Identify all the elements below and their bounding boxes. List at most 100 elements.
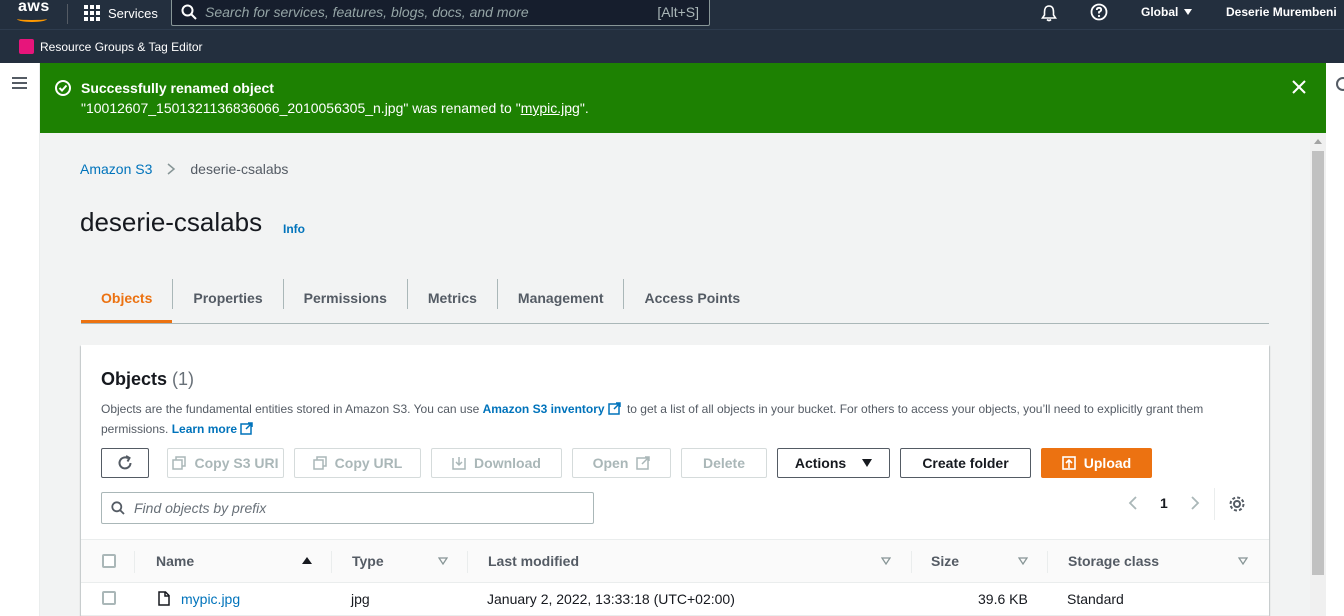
tab-properties[interactable]: Properties (173, 278, 282, 323)
create-folder-label: Create folder (922, 455, 1009, 471)
scroll-up-icon[interactable] (1314, 139, 1322, 144)
flash-title: Successfully renamed object (81, 80, 274, 96)
flash-object-link[interactable]: mypic.jpg (521, 100, 580, 116)
chevron-right-icon[interactable] (1189, 496, 1201, 510)
row-checkbox[interactable] (102, 591, 116, 605)
info-panel-icon[interactable] (1336, 77, 1344, 91)
breadcrumb-amazon-s3[interactable]: Amazon S3 (80, 161, 152, 177)
objects-count: (1) (172, 369, 195, 389)
column-divider (1047, 551, 1048, 573)
objects-panel: Objects (1) Objects are the fundamental … (81, 345, 1269, 616)
sort-ascending-icon[interactable] (302, 557, 312, 564)
objects-heading: Objects (1) (101, 369, 194, 390)
flash-message-suffix: ". (579, 100, 589, 116)
actions-dropdown[interactable]: Actions (777, 448, 890, 478)
external-link-icon (240, 422, 253, 435)
object-size: 39.6 KB (978, 591, 1028, 607)
sort-icon[interactable] (438, 557, 448, 565)
object-type: jpg (351, 591, 370, 607)
page-number[interactable]: 1 (1160, 495, 1168, 511)
open-label: Open (592, 455, 629, 471)
region-selector[interactable]: Global (1141, 5, 1193, 19)
aws-logo-smile (17, 16, 47, 22)
column-size[interactable]: Size (931, 553, 959, 569)
nav-divider (67, 4, 68, 24)
resource-groups-link[interactable]: Resource Groups & Tag Editor (40, 40, 203, 54)
create-folder-button[interactable]: Create folder (900, 448, 1031, 478)
copy-s3-uri-button[interactable]: Copy S3 URI (167, 448, 284, 478)
column-last-modified[interactable]: Last modified (488, 553, 579, 569)
search-icon (111, 501, 125, 515)
pager-divider (1214, 488, 1215, 520)
tab-objects[interactable]: Objects (81, 278, 173, 323)
pagination: 1 (1127, 495, 1201, 511)
download-button[interactable]: Download (431, 448, 562, 478)
caret-down-icon (862, 459, 873, 467)
objects-heading-label: Objects (101, 369, 168, 389)
info-link[interactable]: Info (283, 222, 305, 236)
column-divider (134, 551, 135, 573)
delete-label: Delete (702, 455, 746, 471)
main-content: Amazon S3 deserie-csalabs deserie-csalab… (40, 133, 1310, 616)
tab-management[interactable]: Management (498, 278, 624, 323)
success-flash-message: Successfully renamed object "10012607_15… (40, 63, 1326, 133)
account-menu[interactable]: Deserie Murembeni (1226, 5, 1337, 19)
tab-permissions[interactable]: Permissions (284, 278, 407, 323)
upload-icon (1061, 456, 1076, 470)
top-navigation: aws Services Search for services, featur… (0, 0, 1344, 29)
chevron-left-icon[interactable] (1127, 496, 1139, 510)
download-label: Download (474, 455, 541, 471)
chevron-down-icon (1184, 9, 1193, 15)
aws-logo[interactable]: aws (18, 0, 50, 16)
select-all-checkbox[interactable] (102, 554, 116, 568)
refresh-icon (118, 455, 132, 470)
object-last-modified: January 2, 2022, 13:33:18 (UTC+02:00) (487, 591, 735, 607)
bell-icon[interactable] (1040, 4, 1058, 22)
scroll-thumb[interactable] (1312, 151, 1324, 575)
find-objects-input[interactable]: Find objects by prefix (101, 492, 594, 524)
s3-inventory-link[interactable]: Amazon S3 inventory (483, 402, 605, 416)
upload-button[interactable]: Upload (1041, 448, 1152, 478)
learn-more-link[interactable]: Learn more (172, 422, 237, 436)
services-menu-button[interactable]: Services (84, 3, 158, 23)
breadcrumb: Amazon S3 deserie-csalabs (80, 161, 288, 177)
chevron-right-icon (167, 163, 176, 175)
tab-metrics[interactable]: Metrics (408, 278, 497, 323)
global-search-input[interactable]: Search for services, features, blogs, do… (171, 0, 710, 26)
column-divider (331, 551, 332, 573)
tab-access-points[interactable]: Access Points (624, 278, 760, 323)
account-name: Deserie Murembeni (1226, 5, 1337, 19)
upload-label: Upload (1083, 455, 1132, 471)
external-link-icon (636, 456, 651, 470)
page-scrollbar[interactable] (1310, 133, 1326, 616)
menu-icon[interactable] (12, 77, 27, 89)
open-button[interactable]: Open (572, 448, 671, 478)
flash-message-prefix: "10012607_1501321136836066_2010056305_n.… (81, 100, 521, 116)
delete-button[interactable]: Delete (681, 448, 767, 478)
close-icon[interactable] (1292, 80, 1306, 94)
copy-s3-uri-label: Copy S3 URI (194, 455, 279, 471)
column-divider (467, 551, 468, 573)
gear-icon[interactable] (1228, 495, 1246, 513)
copy-icon (172, 456, 187, 470)
refresh-button[interactable] (101, 448, 149, 478)
region-label: Global (1141, 5, 1179, 19)
search-shortcut: [Alt+S] (657, 4, 699, 20)
sort-icon[interactable] (1238, 557, 1248, 565)
table-row: mypic.jpg jpg January 2, 2022, 13:33:18 … (81, 583, 1269, 616)
search-icon (181, 4, 197, 20)
object-name-link[interactable]: mypic.jpg (181, 591, 240, 607)
copy-url-button[interactable]: Copy URL (294, 448, 421, 478)
page-title: deserie-csalabs (80, 207, 263, 237)
sort-icon[interactable] (1018, 557, 1028, 565)
tools-rail (1326, 63, 1344, 616)
column-name[interactable]: Name (156, 553, 194, 569)
column-storage-class[interactable]: Storage class (1068, 553, 1159, 569)
help-icon[interactable] (1090, 3, 1108, 21)
actions-label: Actions (794, 455, 847, 471)
column-type[interactable]: Type (352, 553, 384, 569)
copy-url-label: Copy URL (334, 455, 403, 471)
sort-icon[interactable] (881, 557, 891, 565)
find-objects-placeholder: Find objects by prefix (134, 500, 267, 516)
search-placeholder: Search for services, features, blogs, do… (205, 4, 529, 20)
